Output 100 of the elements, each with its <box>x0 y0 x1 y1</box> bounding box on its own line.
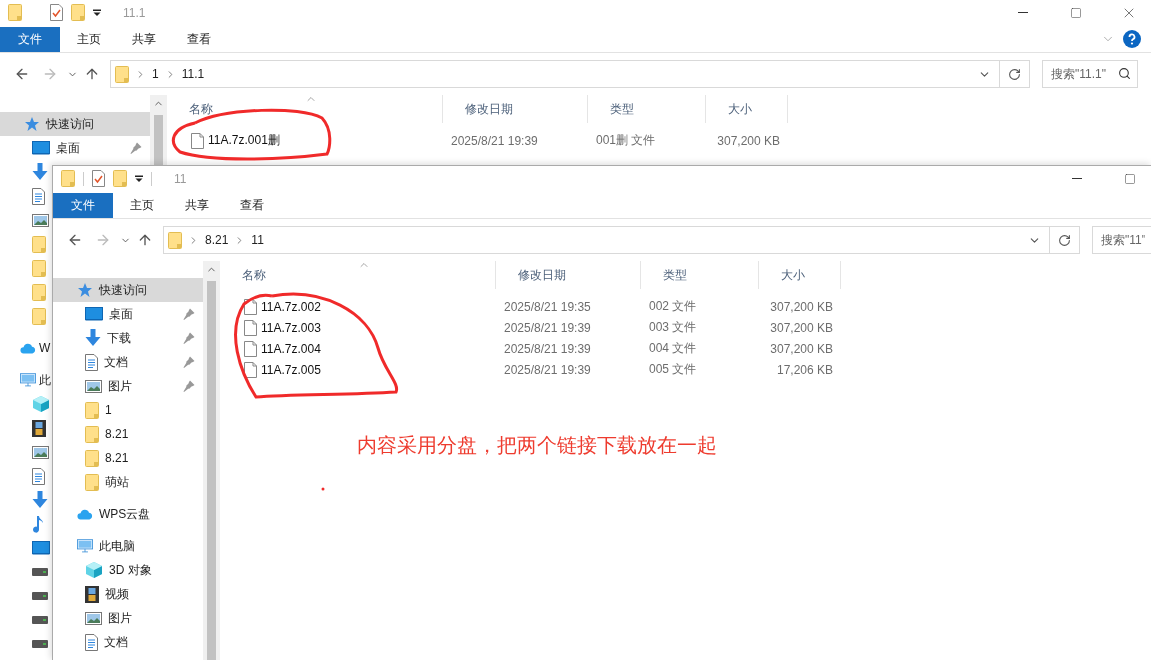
search-icon <box>1118 67 1131 80</box>
scroll-thumb[interactable] <box>153 115 163 165</box>
breadcrumb-segment[interactable]: 11 <box>251 233 264 247</box>
nav-item[interactable]: 3D 对象 <box>53 558 203 582</box>
star-icon <box>24 116 40 132</box>
table-cell-text: 2025/8/21 19:39 <box>503 362 592 377</box>
ribbon-tab[interactable]: 主页 <box>116 192 168 218</box>
scroll-thumb[interactable] <box>206 281 216 660</box>
nav-item[interactable]: 桌面 <box>0 136 150 160</box>
file-name[interactable]: 11A.7z.001删 <box>208 132 280 149</box>
file-name[interactable]: 11A.7z.003 <box>261 320 321 335</box>
file-name[interactable]: 11A.7z.004 <box>261 341 321 356</box>
nav-item[interactable]: 萌站 <box>53 470 203 494</box>
breadcrumb-segment[interactable]: 11.1 <box>181 67 205 81</box>
search-field[interactable]: 搜索"11" <box>1092 226 1151 254</box>
ribbon-tab[interactable]: 文件 <box>53 192 113 218</box>
nav-item[interactable]: 下载 <box>53 326 203 350</box>
table-cell-text: 2025/8/21 19:39 <box>503 320 592 335</box>
breadcrumb-segment[interactable]: 8.21 <box>205 233 229 247</box>
window-title: 11.1 <box>123 5 147 20</box>
file-icon <box>244 340 257 357</box>
nav-item[interactable]: W <box>0 336 51 360</box>
cube-icon <box>85 561 103 579</box>
column-header[interactable]: 大小 <box>759 261 841 289</box>
column-header[interactable]: 修改日期 <box>496 261 641 289</box>
nav-item[interactable]: 8.21 <box>53 422 203 446</box>
music-note-icon <box>32 515 44 533</box>
column-header[interactable]: 大小 <box>706 95 788 123</box>
table-cell-text: 307,200 KB <box>716 133 781 148</box>
folder-icon <box>168 231 182 249</box>
file-icon <box>244 361 257 378</box>
dropdown-caret-icon[interactable] <box>93 8 101 17</box>
column-header[interactable]: 名称 <box>220 261 496 289</box>
desktop-icon <box>32 141 50 155</box>
scroll-bar[interactable] <box>150 95 166 165</box>
refresh-button[interactable] <box>1050 226 1080 254</box>
download-arrow-icon <box>32 491 48 509</box>
cloud-icon <box>20 342 36 354</box>
drive-icon <box>32 616 48 624</box>
star-icon <box>77 282 93 298</box>
dropdown-caret-icon[interactable] <box>135 174 143 183</box>
picture-icon <box>32 213 49 227</box>
nav-item[interactable]: 此电脑 <box>53 534 203 558</box>
folder-icon <box>32 307 46 325</box>
ribbon-tab[interactable]: 查看 <box>226 192 278 218</box>
nav-item[interactable]: 此 <box>0 368 51 392</box>
picture-icon <box>85 611 102 625</box>
ribbon-tab[interactable]: 共享 <box>171 192 223 218</box>
table-cell-text: 2025/8/21 19:39 <box>503 341 592 356</box>
ribbon-tab[interactable]: 共享 <box>118 26 170 52</box>
table-cell-text: 001删 文件 <box>595 132 657 149</box>
nav-item[interactable]: 8.21 <box>53 446 203 470</box>
folder-icon <box>85 473 99 491</box>
address-bar[interactable]: 1 11.1 <box>110 60 1000 88</box>
minimize-icon <box>1017 12 1028 13</box>
column-header[interactable]: 类型 <box>588 95 706 123</box>
drive-icon <box>32 640 48 648</box>
download-arrow-icon <box>85 329 101 347</box>
table-cell-text: 307,200 KB <box>769 299 834 314</box>
folder-icon <box>61 170 75 187</box>
nav-item[interactable]: 快速访问 <box>0 112 150 136</box>
file-icon <box>244 319 257 336</box>
table-cell-text: 307,200 KB <box>769 341 834 356</box>
folder-icon <box>71 4 85 21</box>
nav-item[interactable]: 文档 <box>53 350 203 374</box>
film-strip-icon <box>32 419 46 437</box>
ribbon-tab[interactable]: 查看 <box>173 26 225 52</box>
back-arrow-icon <box>67 232 83 248</box>
computer-icon <box>77 539 93 553</box>
address-bar[interactable]: 8.21 11 <box>163 226 1050 254</box>
scroll-bar[interactable] <box>203 261 219 660</box>
search-field[interactable]: 搜索"11.1" <box>1042 60 1138 88</box>
download-arrow-icon <box>32 163 48 181</box>
nav-item[interactable]: 视频 <box>53 582 203 606</box>
nav-item[interactable]: 1 <box>53 398 203 422</box>
nav-item[interactable]: WPS云盘 <box>53 502 203 526</box>
refresh-button[interactable] <box>1000 60 1030 88</box>
file-name[interactable]: 11A.7z.005 <box>261 362 321 377</box>
annotation-text: 内容采用分盘，把两个链接下载放在一起 <box>357 433 717 458</box>
drive-icon <box>32 568 48 576</box>
file-name[interactable]: 11A.7z.002 <box>261 299 321 314</box>
help-icon[interactable] <box>1123 30 1141 48</box>
cube-icon <box>32 395 50 413</box>
table-cell-text: 2025/8/21 19:39 <box>450 133 539 148</box>
nav-item[interactable]: 图片 <box>53 374 203 398</box>
document-icon <box>32 467 45 485</box>
nav-item[interactable]: 快速访问 <box>53 278 203 302</box>
nav-item[interactable]: 文档 <box>53 630 203 654</box>
ribbon-tab[interactable]: 文件 <box>0 26 60 52</box>
column-header[interactable]: 类型 <box>641 261 759 289</box>
column-header[interactable]: 修改日期 <box>443 95 588 123</box>
nav-item[interactable]: 桌面 <box>53 302 203 326</box>
column-header[interactable]: 名称 <box>167 95 443 123</box>
folder-icon <box>85 449 99 467</box>
desktop-icon <box>32 541 50 555</box>
picture-icon <box>32 445 49 459</box>
ribbon-tab[interactable]: 主页 <box>63 26 115 52</box>
breadcrumb-segment[interactable]: 1 <box>152 67 159 81</box>
nav-item[interactable]: 图片 <box>53 606 203 630</box>
picture-icon <box>85 379 102 393</box>
